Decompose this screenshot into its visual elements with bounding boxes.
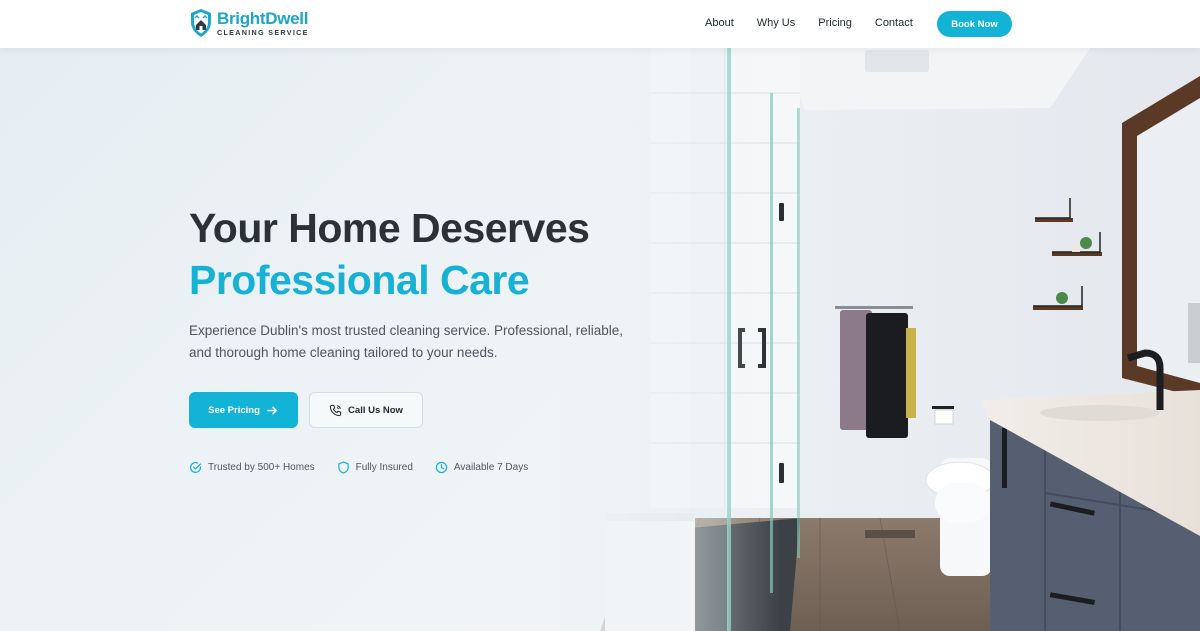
- hero-section: Your Home Deserves Professional Care Exp…: [0, 48, 1200, 631]
- nav-link-pricing[interactable]: Pricing: [818, 17, 852, 29]
- hero-headline-line2: Professional Care: [189, 257, 530, 303]
- site-header: BrightDwell CLEANING SERVICE About Why U…: [0, 0, 1200, 48]
- hero-headline-line1: Your Home Deserves: [189, 205, 590, 251]
- brand-tagline: CLEANING SERVICE: [217, 27, 309, 37]
- trust-badge-insured-label: Fully Insured: [355, 462, 413, 473]
- main-nav: About Why Us Pricing Contact: [705, 17, 936, 29]
- trust-badge-homes-label: Trusted by 500+ Homes: [208, 462, 315, 473]
- arrow-right-icon: [266, 406, 277, 414]
- nav-link-why-us[interactable]: Why Us: [757, 17, 796, 29]
- see-pricing-button[interactable]: See Pricing: [189, 392, 298, 428]
- call-us-now-button[interactable]: Call Us Now: [309, 392, 423, 428]
- book-now-button[interactable]: Book Now: [937, 11, 1012, 37]
- hero-subtext: Experience Dublin's most trusted cleanin…: [189, 323, 624, 360]
- trust-badge-availability: Available 7 Days: [435, 461, 528, 474]
- shield-icon: [337, 461, 349, 474]
- clock-icon: [435, 461, 448, 474]
- trust-badges: Trusted by 500+ Homes Fully Insured Avai…: [189, 461, 550, 474]
- trust-badge-insured: Fully Insured: [337, 461, 413, 474]
- trust-badge-availability-label: Available 7 Days: [453, 462, 529, 473]
- call-us-now-label: Call Us Now: [348, 404, 403, 416]
- logo-shield-icon: [191, 9, 211, 37]
- brand-name: BrightDwell: [217, 8, 309, 28]
- brand-logo[interactable]: BrightDwell CLEANING SERVICE: [189, 8, 309, 38]
- see-pricing-label: See Pricing: [208, 404, 260, 416]
- nav-link-about[interactable]: About: [705, 17, 734, 29]
- check-circle-icon: [190, 462, 202, 474]
- trust-badge-homes: Trusted by 500+ Homes: [189, 461, 315, 474]
- logo-text: BrightDwell CLEANING SERVICE: [217, 10, 309, 36]
- phone-icon: [329, 404, 342, 416]
- nav-link-contact[interactable]: Contact: [875, 17, 913, 29]
